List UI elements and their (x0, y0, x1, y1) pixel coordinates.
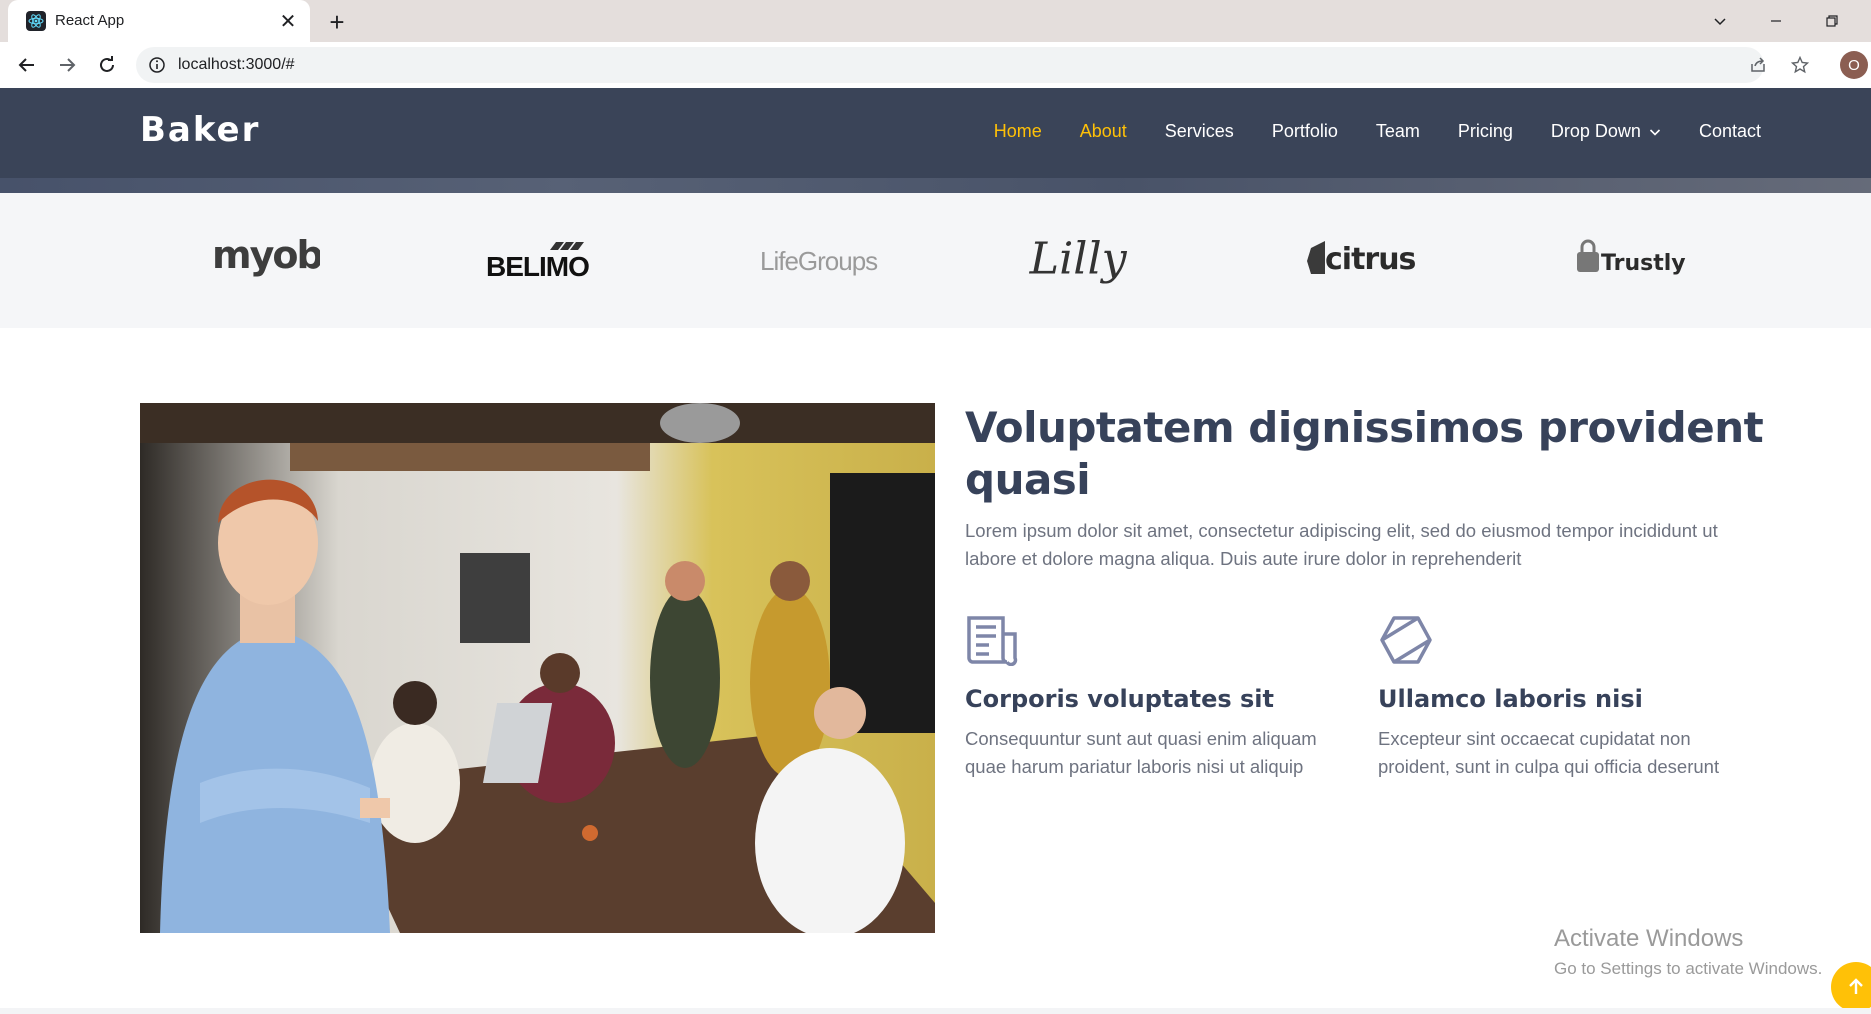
nav-portfolio[interactable]: Portfolio (1272, 121, 1338, 142)
feature-text: Excepteur sint occaecat cupidatat non pr… (1378, 728, 1720, 777)
lilly-logo-icon: Lilly (1029, 233, 1128, 284)
svg-text:Lilly: Lilly (1029, 233, 1128, 284)
about-description: Lorem ipsum dolor sit amet, consectetur … (965, 520, 1718, 569)
newspaper-icon (967, 616, 1018, 667)
svg-text:myob: myob (212, 236, 320, 277)
back-to-top-button[interactable] (1831, 962, 1871, 1012)
site-logo[interactable]: Baker (140, 110, 260, 150)
feature-item: Ullamco laboris nisi Excepteur sint occa… (1378, 614, 1758, 781)
back-arrow-icon[interactable] (12, 50, 42, 80)
hero-image-strip (0, 178, 1871, 193)
myob-logo-icon: myob (212, 236, 320, 277)
nav-drop-down-label: Drop Down (1550, 121, 1641, 141)
site-header: Baker Home About Services Portfolio Team… (0, 88, 1871, 193)
profile-avatar[interactable]: O (1840, 51, 1868, 79)
client-logo-citrus: citrus (1300, 193, 1435, 328)
tab-search-chevron-icon[interactable] (1700, 6, 1740, 36)
about-title: Voluptatem dignissimos provident quasi (965, 403, 1764, 504)
clients-section: myob BELIMO LifeGroups Lilly citrus Trus… (0, 193, 1871, 328)
url-text: localhost:3000/# (178, 56, 295, 73)
trustly-logo-icon: Trustly (1576, 239, 1686, 276)
hexagon-icon (1380, 616, 1432, 664)
activate-windows-title: Activate Windows (1554, 925, 1744, 952)
nav-drop-down[interactable]: Drop Down (1551, 121, 1661, 142)
share-icon[interactable] (1746, 53, 1770, 77)
browser-toolbar: localhost:3000/# O (0, 42, 1871, 88)
navbar: Baker Home About Services Portfolio Team… (0, 88, 1871, 178)
browser-tabstrip: React App ✕ + (0, 0, 1871, 42)
client-logo-lifegroups: LifeGroups (745, 193, 880, 328)
svg-text:Trustly: Trustly (1601, 251, 1686, 276)
client-logo-myob: myob (195, 193, 335, 328)
main-nav: Home About Services Portfolio Team Prici… (956, 121, 1761, 142)
nav-team[interactable]: Team (1376, 121, 1420, 142)
feature-title: Ullamco laboris nisi (1378, 685, 1643, 713)
client-logo-belimo: BELIMO (470, 193, 605, 328)
client-logo-lilly: Lilly (1020, 193, 1155, 328)
tab-close-icon[interactable]: ✕ (276, 9, 300, 33)
feature-item: Corporis voluptates sit Consequuntur sun… (965, 614, 1345, 781)
nav-services[interactable]: Services (1165, 121, 1234, 142)
belimo-logo-icon: BELIMO (486, 241, 590, 282)
chevron-down-icon (1649, 128, 1661, 136)
nav-pricing[interactable]: Pricing (1458, 121, 1513, 142)
react-favicon-icon (26, 11, 46, 31)
activate-windows-subtitle: Go to Settings to activate Windows. (1554, 959, 1823, 978)
nav-about[interactable]: About (1080, 121, 1127, 142)
feature-title: Corporis voluptates sit (965, 685, 1274, 713)
reload-icon[interactable] (92, 50, 122, 80)
svg-text:LifeGroups: LifeGroups (760, 246, 878, 276)
nav-contact[interactable]: Contact (1699, 121, 1761, 142)
svg-text:BELIMO: BELIMO (486, 251, 589, 282)
restore-button[interactable] (1812, 6, 1852, 36)
browser-tab[interactable]: React App ✕ (8, 0, 310, 42)
nav-home[interactable]: Home (994, 121, 1042, 142)
minimize-button[interactable] (1756, 6, 1796, 36)
bookmark-star-icon[interactable] (1788, 53, 1812, 77)
about-team-photo (140, 403, 935, 933)
arrow-up-icon (1849, 978, 1863, 994)
forward-arrow-icon[interactable] (52, 50, 82, 80)
site-info-icon[interactable] (148, 56, 166, 74)
new-tab-button[interactable]: + (322, 7, 352, 37)
address-bar[interactable]: localhost:3000/# (136, 47, 1809, 83)
feature-text: Consequuntur sunt aut quasi enim aliquam… (965, 728, 1317, 777)
section-divider (0, 1008, 1871, 1014)
lifegroups-logo-icon: LifeGroups (760, 246, 878, 276)
citrus-logo-icon: citrus (1306, 240, 1416, 277)
tab-title: React App (55, 12, 125, 29)
client-logo-trustly: Trustly (1570, 193, 1705, 328)
svg-text:citrus: citrus (1325, 242, 1416, 277)
